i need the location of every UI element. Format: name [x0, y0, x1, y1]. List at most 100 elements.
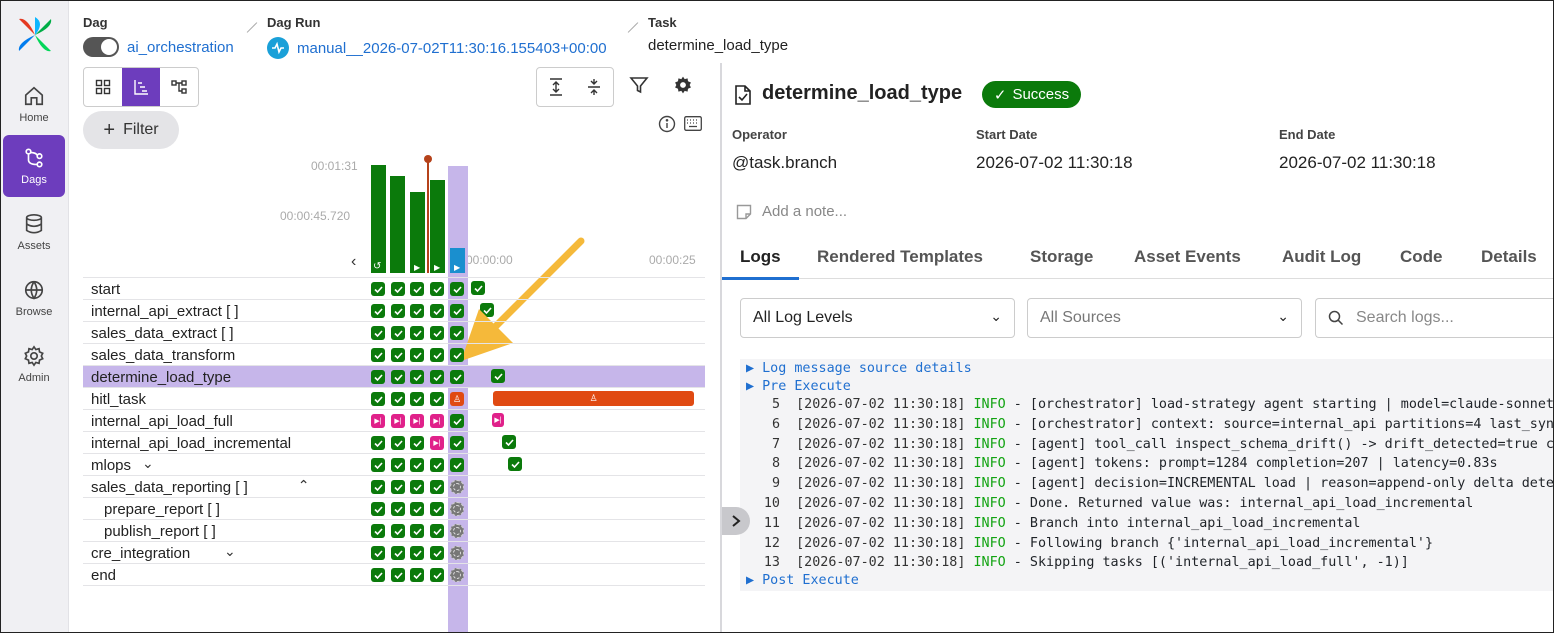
grid-view-button[interactable] — [84, 68, 122, 106]
task-instance-cell[interactable] — [410, 480, 424, 494]
task-name[interactable]: sales_data_reporting [ ] — [91, 479, 248, 496]
filter-icon[interactable] — [629, 75, 649, 95]
task-instance-cell[interactable] — [410, 458, 424, 472]
task-instance-cell[interactable] — [450, 282, 464, 296]
task-name[interactable]: sales_data_extract [ ] — [91, 325, 234, 342]
run-bar-2[interactable] — [390, 176, 405, 273]
collapse-all-button[interactable] — [575, 68, 613, 106]
task-instance-cell[interactable] — [450, 546, 464, 560]
task-instance-cell[interactable] — [410, 392, 424, 406]
task-instance-cell[interactable] — [430, 458, 444, 472]
task-name[interactable]: publish_report [ ] — [104, 523, 216, 540]
task-instance-cell[interactable] — [410, 326, 424, 340]
log-level-select[interactable]: All Log Levels ⌄ — [740, 298, 1015, 338]
dag-run-link[interactable]: manual__2026-07-02T11:30:16.155403+00:00 — [297, 40, 607, 57]
task-instance-cell[interactable] — [410, 304, 424, 318]
task-instance-cell[interactable] — [371, 524, 385, 538]
task-instance-cell[interactable] — [371, 282, 385, 296]
task-name[interactable]: determine_load_type — [91, 369, 231, 386]
expand-all-button[interactable] — [537, 68, 575, 106]
task-instance-cell[interactable] — [371, 370, 385, 384]
task-instance-cell[interactable] — [391, 392, 405, 406]
task-instance-cell[interactable] — [430, 348, 444, 362]
task-instance-cell[interactable] — [450, 326, 464, 340]
task-instance-cell[interactable] — [371, 458, 385, 472]
dag-link[interactable]: ai_orchestration — [127, 39, 234, 56]
task-instance-cell[interactable] — [391, 524, 405, 538]
tab-audit-log[interactable]: Audit Log — [1282, 247, 1361, 267]
task-instance-cell[interactable] — [371, 348, 385, 362]
tab-logs[interactable]: Logs — [740, 247, 781, 267]
task-name[interactable]: internal_api_load_incremental — [91, 435, 291, 452]
task-instance-cell[interactable] — [371, 392, 385, 406]
task-instance-cell[interactable] — [450, 370, 464, 384]
task-instance-cell[interactable] — [450, 480, 464, 494]
task-instance-cell[interactable]: ♙ — [450, 392, 464, 406]
task-instance-cell[interactable]: ▶| — [410, 414, 424, 428]
nav-admin[interactable]: Admin — [3, 333, 65, 395]
run-bar-3[interactable]: ▶ — [410, 192, 425, 273]
task-instance-cell[interactable] — [450, 304, 464, 318]
post-execute-toggle[interactable]: ▶ Post Execute — [746, 571, 859, 591]
task-instance-cell[interactable] — [391, 502, 405, 516]
nav-home[interactable]: Home — [3, 73, 65, 135]
task-instance-cell[interactable] — [391, 282, 405, 296]
task-instance-cell[interactable] — [410, 370, 424, 384]
task-instance-cell[interactable] — [391, 458, 405, 472]
task-instance-cell[interactable] — [391, 546, 405, 560]
task-instance-cell[interactable] — [430, 524, 444, 538]
task-instance-cell[interactable] — [450, 458, 464, 472]
task-name[interactable]: sales_data_transform — [91, 347, 235, 364]
nav-dags[interactable]: Dags — [3, 135, 65, 197]
log-source-details-toggle[interactable]: ▶ Log message source details — [746, 359, 972, 379]
nav-assets[interactable]: Assets — [3, 201, 65, 263]
task-instance-cell[interactable] — [410, 524, 424, 538]
task-instance-cell[interactable] — [410, 502, 424, 516]
settings-gear-icon[interactable] — [673, 75, 693, 95]
gantt-bar-internal-api-load-full[interactable]: ▶| — [492, 413, 504, 427]
task-name[interactable]: internal_api_load_full — [91, 413, 233, 430]
gantt-bar-internal-api-load-incremental[interactable] — [502, 435, 516, 449]
add-note-button[interactable]: Add a note... — [736, 203, 847, 220]
task-instance-cell[interactable] — [410, 436, 424, 450]
task-instance-cell[interactable] — [430, 282, 444, 296]
task-instance-cell[interactable]: ▶| — [430, 414, 444, 428]
chevron-left-icon[interactable]: ‹ — [351, 253, 356, 271]
collapse-panel-button[interactable] — [722, 507, 750, 535]
task-instance-cell[interactable] — [450, 568, 464, 582]
keyboard-icon[interactable] — [684, 116, 702, 131]
task-name[interactable]: end — [91, 567, 116, 584]
info-icon[interactable] — [658, 115, 676, 133]
task-instance-cell[interactable] — [450, 436, 464, 450]
run-bar-1[interactable]: ↺ — [371, 165, 386, 273]
task-instance-cell[interactable] — [430, 502, 444, 516]
task-instance-cell[interactable] — [430, 392, 444, 406]
task-instance-cell[interactable] — [430, 568, 444, 582]
task-name[interactable]: start — [91, 281, 120, 298]
task-instance-cell[interactable] — [450, 348, 464, 362]
task-instance-cell[interactable] — [410, 348, 424, 362]
task-instance-cell[interactable]: ▶| — [391, 414, 405, 428]
task-instance-cell[interactable] — [450, 414, 464, 428]
task-name[interactable]: cre_integration — [91, 545, 190, 562]
task-instance-cell[interactable] — [410, 546, 424, 560]
gantt-bar-mlops[interactable] — [508, 457, 522, 471]
task-instance-cell[interactable] — [450, 502, 464, 516]
task-instance-cell[interactable] — [430, 326, 444, 340]
task-instance-cell[interactable] — [410, 282, 424, 296]
task-instance-cell[interactable] — [391, 326, 405, 340]
task-name[interactable]: prepare_report [ ] — [104, 501, 220, 518]
log-source-select[interactable]: All Sources ⌄ — [1027, 298, 1302, 338]
gantt-bar-hitl-task[interactable]: ♙ — [493, 391, 694, 406]
task-instance-cell[interactable] — [450, 524, 464, 538]
chevron-up-icon[interactable]: ⌃ — [298, 477, 310, 494]
task-instance-cell[interactable] — [371, 502, 385, 516]
nav-browse[interactable]: Browse — [3, 267, 65, 329]
log-viewer[interactable]: ▶ Log message source details ▶ Pre Execu… — [740, 359, 1553, 591]
task-instance-cell[interactable] — [371, 480, 385, 494]
task-instance-cell[interactable] — [371, 546, 385, 560]
gantt-view-button[interactable] — [122, 68, 160, 106]
task-name[interactable]: mlops — [91, 457, 131, 474]
task-instance-cell[interactable] — [391, 370, 405, 384]
task-instance-cell[interactable] — [391, 304, 405, 318]
